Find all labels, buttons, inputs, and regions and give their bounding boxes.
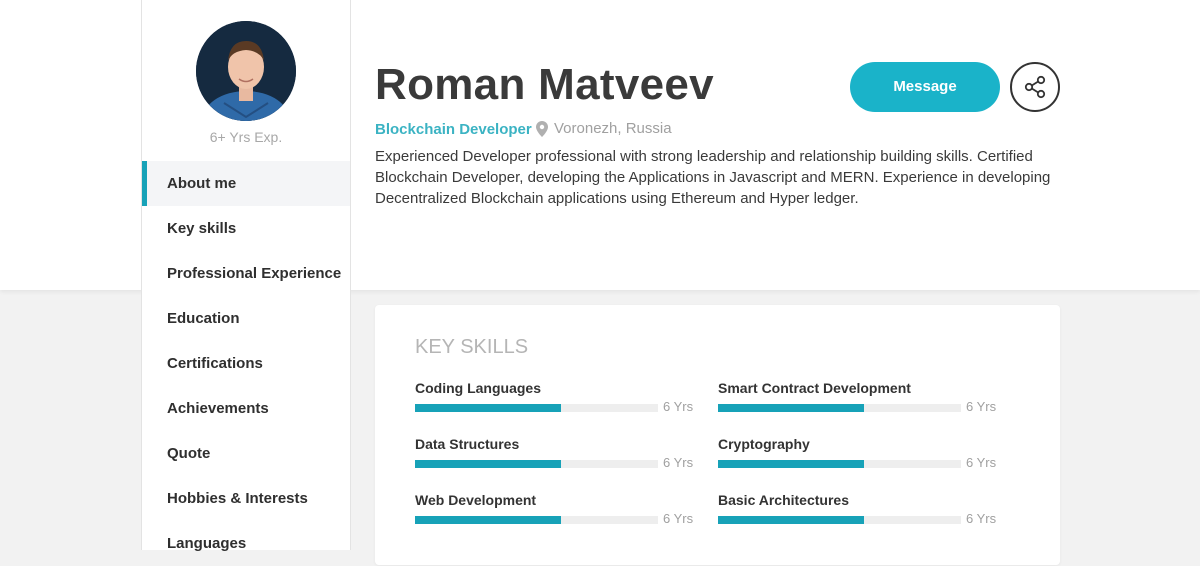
key-skills-card: KEY SKILLS Coding Languages 6 Yrs Smart … (375, 305, 1060, 565)
skill-item: Web Development 6 Yrs (415, 492, 695, 532)
sidebar-item-key-skills[interactable]: Key skills (142, 206, 350, 251)
message-button[interactable]: Message (850, 62, 1000, 112)
skill-item: Basic Architectures 6 Yrs (718, 492, 998, 532)
skill-name: Smart Contract Development (718, 380, 911, 396)
skill-name: Basic Architectures (718, 492, 849, 508)
profile-name: Roman Matveev (375, 60, 714, 109)
sidebar-item-quote[interactable]: Quote (142, 431, 350, 476)
skill-years: 6 Yrs (663, 511, 694, 526)
location-text: Voronezh, Russia (554, 120, 672, 137)
skill-years: 6 Yrs (966, 399, 997, 414)
sidebar-item-professional-experience[interactable]: Professional Experience (142, 251, 350, 296)
skill-item: Cryptography 6 Yrs (718, 436, 998, 476)
skill-item: Smart Contract Development 6 Yrs (718, 380, 998, 420)
skill-name: Coding Languages (415, 380, 541, 396)
profile-role: Blockchain Developer (375, 121, 532, 138)
skill-progress-bar (718, 460, 961, 468)
skill-item: Coding Languages 6 Yrs (415, 380, 695, 420)
skill-progress-fill (415, 404, 561, 412)
skill-progress-bar (718, 404, 961, 412)
key-skills-title: KEY SKILLS (415, 336, 529, 358)
sidebar-item-about-me[interactable]: About me (142, 161, 350, 206)
skill-name: Data Structures (415, 436, 520, 452)
skill-years: 6 Yrs (663, 455, 694, 470)
skill-progress-fill (415, 460, 561, 468)
profile-location: Voronezh, Russia (536, 120, 672, 137)
sidebar-item-certifications[interactable]: Certifications (142, 341, 350, 386)
share-icon (1024, 75, 1046, 99)
skill-progress-fill (415, 516, 561, 524)
skill-item: Data Structures 6 Yrs (415, 436, 695, 476)
location-pin-icon (536, 120, 548, 137)
skill-progress-bar (415, 404, 658, 412)
skill-progress-fill (718, 516, 864, 524)
profile-sidebar: 6+ Yrs Exp. About me Key skills Professi… (141, 0, 351, 552)
share-button[interactable] (1010, 62, 1060, 112)
skill-progress-fill (718, 404, 864, 412)
skill-progress-fill (718, 460, 864, 468)
profile-bio: Experienced Developer professional with … (375, 148, 1051, 207)
experience-label: 6+ Yrs Exp. (209, 129, 283, 145)
skill-name: Cryptography (718, 436, 810, 452)
sidebar-item-hobbies[interactable]: Hobbies & Interests (142, 476, 350, 521)
avatar (196, 21, 296, 121)
sidebar-nav: About me Key skills Professional Experie… (142, 161, 350, 566)
sidebar-item-achievements[interactable]: Achievements (142, 386, 350, 431)
sidebar-item-languages[interactable]: Languages (142, 521, 350, 566)
skill-progress-bar (415, 460, 658, 468)
sidebar-item-education[interactable]: Education (142, 296, 350, 341)
skill-progress-bar (415, 516, 658, 524)
skill-years: 6 Yrs (966, 511, 997, 526)
skill-years: 6 Yrs (663, 399, 694, 414)
skill-name: Web Development (415, 492, 537, 508)
skill-progress-bar (718, 516, 961, 524)
skill-years: 6 Yrs (966, 455, 997, 470)
